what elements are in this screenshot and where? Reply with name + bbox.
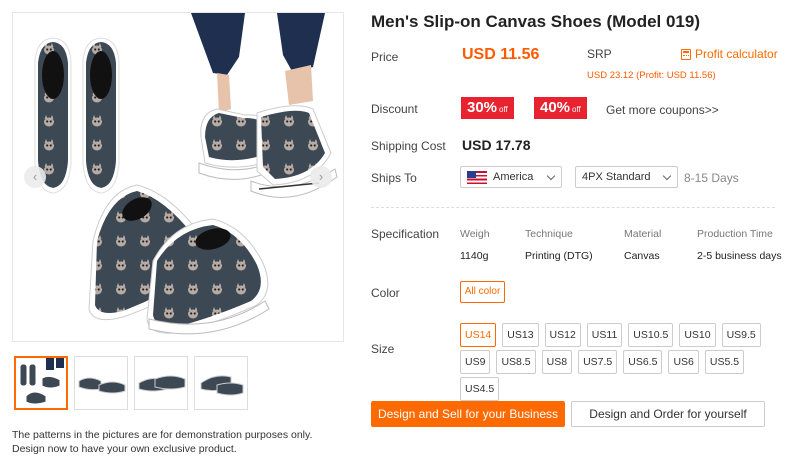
section-divider <box>371 207 775 208</box>
delivery-days: 8-15 Days <box>684 171 739 185</box>
profit-calculator-link[interactable]: Profit calculator <box>681 47 778 61</box>
size-options: US14 US13 US12 US11 US10.5 US10 US9.5 US9 US8.5 U… <box>460 323 770 401</box>
chevron-down-icon <box>662 171 672 181</box>
disclaimer-line-2: Design now to have your own exclusive pr… <box>12 443 237 455</box>
spec-header-material: Material <box>624 228 662 240</box>
spec-header-technique: Technique <box>525 228 573 240</box>
shipping-method-value: 4PX Standard <box>582 171 651 183</box>
product-title: Men's Slip-on Canvas Shoes (Model 019) <box>371 12 701 31</box>
size-option[interactable]: US6.5 <box>623 350 663 374</box>
discount-label: Discount <box>371 102 418 116</box>
coupon-40-off[interactable]: 40% off <box>532 97 587 119</box>
price-label: Price <box>371 50 399 64</box>
ships-to-label: Ships To <box>371 171 417 185</box>
product-main-image <box>12 12 344 342</box>
size-option[interactable]: US5.5 <box>704 350 745 374</box>
gallery-prev-button[interactable]: ‹ <box>24 166 46 188</box>
shipping-cost-label: Shipping Cost <box>371 139 446 153</box>
size-option[interactable]: US4.5 <box>460 377 500 401</box>
thumbnail-4[interactable] <box>194 356 248 410</box>
coupon-value: 30% <box>467 99 498 116</box>
size-option[interactable]: US9 <box>460 350 491 374</box>
spec-value-material: Canvas <box>624 250 660 262</box>
country-select[interactable]: America <box>460 166 562 188</box>
size-option[interactable]: US11 <box>586 323 623 347</box>
size-option[interactable]: US10 <box>679 323 716 347</box>
spec-value-weigh: 1140g <box>460 250 489 262</box>
thumbnail-strip <box>14 356 248 410</box>
gallery-next-button[interactable]: › <box>310 166 332 188</box>
disclaimer-line-1: The patterns in the pictures are for dem… <box>12 429 313 441</box>
size-option[interactable]: US13 <box>502 323 539 347</box>
srp-label: SRP <box>587 47 612 61</box>
us-flag-icon <box>467 171 487 184</box>
size-option[interactable]: US7.5 <box>578 350 618 374</box>
spec-value-technique: Printing (DTG) <box>525 250 593 262</box>
size-option[interactable]: US6 <box>668 350 699 374</box>
coupon-suffix: off <box>572 105 581 114</box>
slip-on-shoes-image <box>34 13 338 335</box>
size-option[interactable]: US14 <box>460 323 497 347</box>
specification-label: Specification <box>371 227 440 241</box>
shipping-method-select[interactable]: 4PX Standard <box>575 166 678 188</box>
design-and-order-button[interactable]: Design and Order for yourself <box>571 401 765 427</box>
size-option[interactable]: US10.5 <box>628 323 674 347</box>
color-label: Color <box>371 286 400 300</box>
thumbnail-2[interactable] <box>74 356 128 410</box>
spec-value-production-time: 2-5 business days <box>697 250 782 262</box>
thumbnail-1[interactable] <box>14 356 68 410</box>
spec-header-production-time: Production Time <box>697 228 773 240</box>
spec-header-weigh: Weigh <box>460 228 490 240</box>
country-value: America <box>493 171 534 183</box>
get-more-coupons-link[interactable]: Get more coupons>> <box>606 103 719 117</box>
size-option[interactable]: US8.5 <box>496 350 536 374</box>
shipping-cost-value: USD 17.78 <box>462 137 531 153</box>
price-value: USD 11.56 <box>462 46 540 63</box>
pattern-disclaimer: The patterns in the pictures are for dem… <box>12 428 332 456</box>
thumbnail-3[interactable] <box>134 356 188 410</box>
chevron-down-icon <box>546 171 556 181</box>
coupon-suffix: off <box>499 105 508 114</box>
size-option[interactable]: US8 <box>541 350 573 374</box>
profit-calculator-label: Profit calculator <box>695 47 778 61</box>
coupon-value: 40% <box>540 99 571 116</box>
size-option[interactable]: US9.5 <box>721 323 761 347</box>
design-and-sell-button[interactable]: Design and Sell for your Business <box>371 401 565 427</box>
color-option-all[interactable]: All color <box>460 281 505 303</box>
size-option[interactable]: US12 <box>544 323 581 347</box>
srp-detail: USD 23.12 (Profit: USD 11.56) <box>587 70 716 81</box>
calculator-icon <box>681 48 691 60</box>
size-label: Size <box>371 342 395 356</box>
coupon-30-off[interactable]: 30% off <box>459 97 514 119</box>
